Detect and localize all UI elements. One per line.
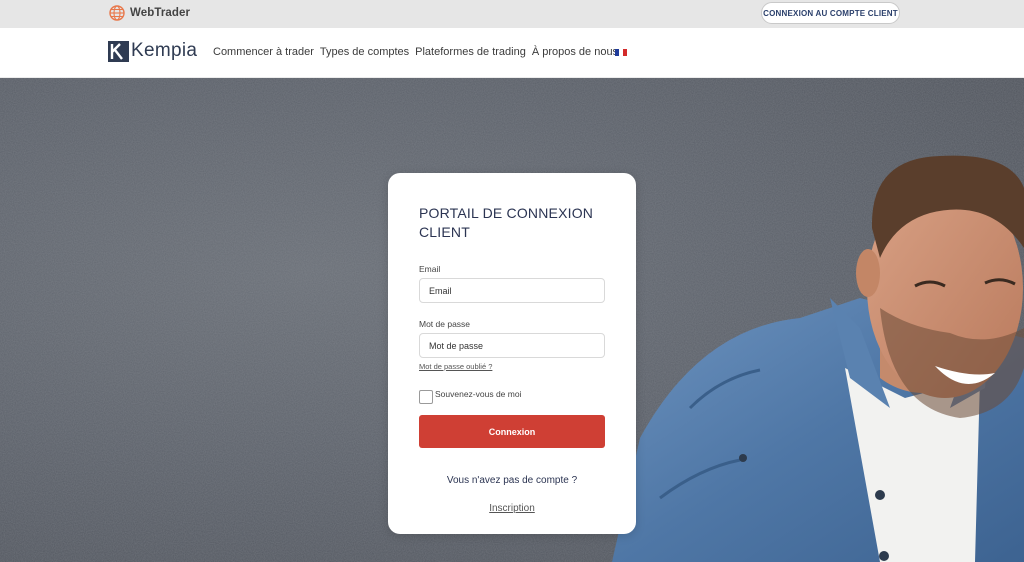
brand-name: Kempia xyxy=(131,40,198,61)
login-submit-button[interactable]: Connexion xyxy=(419,415,605,448)
kempia-logo-icon xyxy=(108,40,129,62)
fr-flag-icon[interactable] xyxy=(615,49,627,56)
webtrader-link[interactable]: WebTrader xyxy=(109,4,190,22)
top-utility-bar: WebTrader CONNEXION AU COMPTE CLIENT xyxy=(0,0,1024,28)
login-title: PORTAIL DE CONNEXION CLIENT xyxy=(419,205,594,240)
remember-me-label: Souvenez-vous de moi xyxy=(435,389,522,399)
nav-link-trading-platforms[interactable]: Plateformes de trading xyxy=(415,46,526,58)
webtrader-label: WebTrader xyxy=(130,7,191,19)
client-login-button[interactable]: CONNEXION AU COMPTE CLIENT xyxy=(761,2,900,24)
globe-icon xyxy=(109,5,125,21)
nav-links: Commencer à trader Types de comptes Plat… xyxy=(213,46,618,58)
forgot-password-link[interactable]: Mot de passe oublié ? xyxy=(419,362,492,371)
no-account-text: Vous n'avez pas de compte ? xyxy=(446,475,578,486)
brand-logo[interactable]: Kempia xyxy=(108,39,197,63)
nav-link-about-us[interactable]: À propos de nous xyxy=(532,46,618,58)
signup-link[interactable]: Inscription xyxy=(489,503,535,514)
signup-row: Inscription xyxy=(388,503,636,514)
password-label: Mot de passe xyxy=(419,319,471,329)
nav-link-start-trading[interactable]: Commencer à trader xyxy=(213,46,314,58)
login-card: PORTAIL DE CONNEXION CLIENT Email Mot de… xyxy=(388,173,636,534)
remember-me-checkbox[interactable] xyxy=(419,390,433,404)
main-navbar: Kempia Commencer à trader Types de compt… xyxy=(0,28,1024,78)
email-label: Email xyxy=(419,264,441,274)
email-input[interactable] xyxy=(419,278,605,303)
nav-link-account-types[interactable]: Types de comptes xyxy=(320,46,409,58)
password-input[interactable] xyxy=(419,333,605,358)
